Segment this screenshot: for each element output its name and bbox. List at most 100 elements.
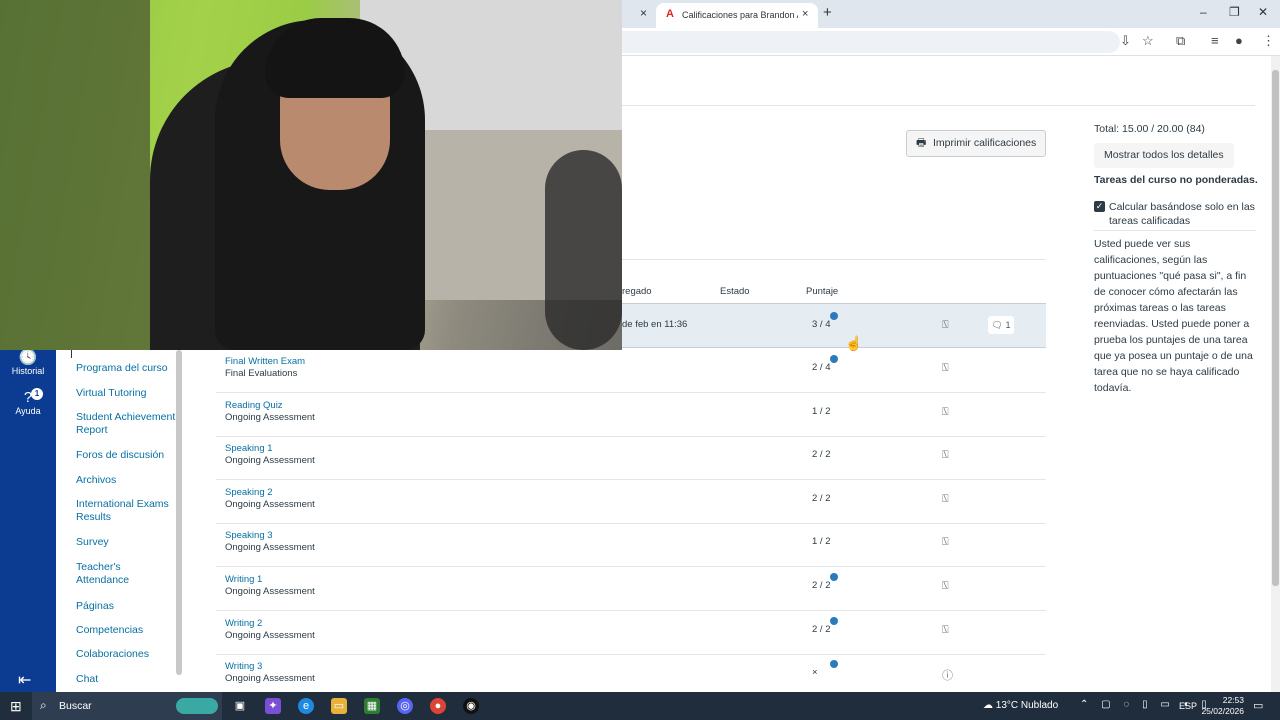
- language-indicator[interactable]: ESP: [1179, 701, 1197, 711]
- rubric-icon[interactable]: ⍂: [942, 362, 949, 375]
- tab-grades[interactable]: A Calificaciones para Brandon Ac ×: [656, 3, 818, 28]
- assignment-name-link[interactable]: Speaking 2: [225, 487, 273, 498]
- edge-icon[interactable]: e: [298, 698, 314, 714]
- assignment-name-link[interactable]: Writing 1: [225, 574, 262, 585]
- rubric-icon[interactable]: ⍂: [942, 319, 949, 332]
- rubric-icon[interactable]: ⍂: [942, 449, 949, 462]
- browser-menu-icon[interactable]: ⋮: [1262, 33, 1275, 49]
- discord-icon[interactable]: ◎: [397, 698, 413, 714]
- comment-count: 1: [1005, 320, 1011, 330]
- assignment-group: Ongoing Assessment: [225, 411, 315, 423]
- table-row: Reading Quiz Ongoing Assessment 1 / 2 ⍂: [216, 393, 1046, 437]
- assignment-name-link[interactable]: Speaking 3: [225, 530, 273, 541]
- address-bar[interactable]: [622, 31, 1120, 53]
- assignment-name-link[interactable]: Writing 2: [225, 618, 262, 629]
- assignment-group: Ongoing Assessment: [225, 586, 315, 597]
- course-nav-item[interactable]: Teacher's Attendance: [76, 561, 176, 587]
- media-control-icon[interactable]: ≡: [1211, 33, 1219, 48]
- nav-marker: [71, 350, 72, 358]
- history-label: Historial: [11, 366, 45, 376]
- header-submitted[interactable]: regado: [622, 286, 652, 297]
- copilot-icon[interactable]: ✦: [265, 698, 281, 714]
- score-value[interactable]: 3 / 4: [812, 319, 831, 330]
- header-score[interactable]: Puntaje: [806, 286, 838, 297]
- score-value[interactable]: 2 / 4: [812, 362, 831, 373]
- help-notification-badge: 1: [31, 388, 43, 400]
- course-nav-item[interactable]: Competencias: [76, 624, 176, 637]
- rubric-icon[interactable]: ⍂: [942, 493, 949, 506]
- previous-tab-close-icon[interactable]: ×: [640, 6, 647, 20]
- assignment-name-link[interactable]: Speaking 1: [225, 443, 273, 454]
- print-grades-button[interactable]: 🖶 Imprimir calificaciones: [906, 130, 1046, 157]
- info-icon[interactable]: ⓘ: [942, 667, 953, 683]
- course-nav-item[interactable]: Programa del curso: [76, 362, 176, 375]
- notifications-icon[interactable]: ▭: [1253, 699, 1263, 712]
- clock[interactable]: 22:53 25/02/2026: [1200, 695, 1244, 717]
- task-view-icon[interactable]: ▣: [232, 698, 248, 714]
- what-if-indicator-icon: [830, 660, 838, 669]
- assignment-group: Ongoing Assessment: [225, 455, 315, 467]
- chrome-icon[interactable]: ●: [430, 698, 446, 714]
- profile-avatar-icon[interactable]: ●: [1235, 33, 1243, 48]
- obs-icon[interactable]: ◉: [463, 698, 479, 714]
- install-app-icon[interactable]: ⇩: [1120, 33, 1131, 49]
- clock-date: 25/02/2026: [1201, 706, 1244, 716]
- score-value[interactable]: 2 / 2: [812, 580, 831, 591]
- file-explorer-icon[interactable]: ▭: [331, 698, 347, 714]
- help-nav-item[interactable]: ? Ayuda: [0, 390, 56, 417]
- assignment-name-link[interactable]: Reading Quiz: [225, 400, 283, 411]
- show-all-details-button[interactable]: Mostrar todos los detalles: [1094, 143, 1234, 168]
- store-icon[interactable]: ▦: [364, 698, 380, 714]
- comments-button[interactable]: 🗨 1: [988, 316, 1014, 334]
- comment-icon: 🗨: [991, 320, 1003, 330]
- assignment-group: Final Evaluations: [225, 368, 298, 379]
- course-nav-item[interactable]: Student Achievement Report: [76, 411, 176, 437]
- tab-close-icon[interactable]: ×: [802, 8, 808, 20]
- score-value[interactable]: 2 / 2: [812, 449, 831, 460]
- header-status[interactable]: Estado: [720, 286, 750, 297]
- course-nav-item[interactable]: Survey: [76, 536, 176, 549]
- course-nav-item[interactable]: Páginas: [76, 600, 176, 613]
- rubric-icon[interactable]: ⍂: [942, 580, 949, 593]
- course-nav-item[interactable]: Colaboraciones: [76, 648, 176, 661]
- widget-icon[interactable]: [176, 698, 218, 714]
- score-value[interactable]: ×: [812, 667, 818, 678]
- page-scrollbar[interactable]: [1271, 56, 1280, 692]
- rubric-icon[interactable]: ⍂: [942, 536, 949, 549]
- assignment-name-link[interactable]: Writing 3: [225, 661, 262, 672]
- hand-cursor-icon: ☝: [845, 335, 863, 351]
- rubric-icon[interactable]: ⍂: [942, 624, 949, 637]
- score-value[interactable]: 2 / 2: [812, 624, 831, 635]
- new-tab-button[interactable]: +: [823, 4, 832, 21]
- bookmark-star-icon[interactable]: ☆: [1142, 33, 1154, 49]
- course-nav-item[interactable]: Archivos: [76, 474, 176, 487]
- course-nav-scrollbar[interactable]: [176, 350, 182, 675]
- course-nav-item[interactable]: Virtual Tutoring: [76, 387, 176, 400]
- what-if-indicator-icon: [830, 616, 838, 625]
- what-if-description: Usted puede ver sus calificaciones, segú…: [1094, 238, 1253, 394]
- collapse-navigation-icon[interactable]: ⇤: [18, 670, 31, 690]
- score-value[interactable]: 1 / 2: [812, 406, 831, 417]
- course-navigation: Programa del curso Virtual Tutoring Studen…: [56, 350, 182, 692]
- course-nav-item[interactable]: International Exams Results: [76, 498, 176, 524]
- table-row: Final Written Exam Final Evaluations 2 / 4…: [216, 349, 1046, 393]
- calculate-graded-only-label[interactable]: Calcular basándose solo en las tareas ca…: [1109, 200, 1257, 228]
- weather-widget[interactable]: ☁ 13°C Nublado: [983, 700, 1058, 711]
- calculate-graded-only-checkbox[interactable]: ✓: [1094, 201, 1105, 212]
- minimize-button[interactable]: –: [1200, 5, 1207, 19]
- course-nav-item[interactable]: Chat: [76, 673, 176, 686]
- rubric-icon[interactable]: ⍂: [942, 406, 949, 419]
- assignment-name-link[interactable]: Final Written Exam: [225, 356, 305, 367]
- score-value[interactable]: 2 / 2: [812, 493, 831, 504]
- windows-start-icon[interactable]: ⊞: [10, 698, 22, 715]
- extensions-icon[interactable]: ⧉: [1176, 33, 1185, 49]
- window-close-button[interactable]: ✕: [1258, 5, 1268, 19]
- maximize-button[interactable]: ❐: [1229, 5, 1240, 19]
- history-nav-item[interactable]: 🕓 Historial: [0, 350, 56, 377]
- score-value[interactable]: 1 / 2: [812, 536, 831, 547]
- windows-taskbar: ⊞ ⌕ Buscar ▣ ✦ e ▭ ▦ ◎ ● ◉ ☁ 13°C Nublad…: [0, 692, 1280, 720]
- weather-text: 13°C Nublado: [995, 700, 1059, 711]
- course-nav-item[interactable]: Foros de discusión: [76, 449, 176, 462]
- assignment-group: Ongoing Assessment: [225, 673, 315, 685]
- scrollbar-thumb[interactable]: [1272, 70, 1279, 586]
